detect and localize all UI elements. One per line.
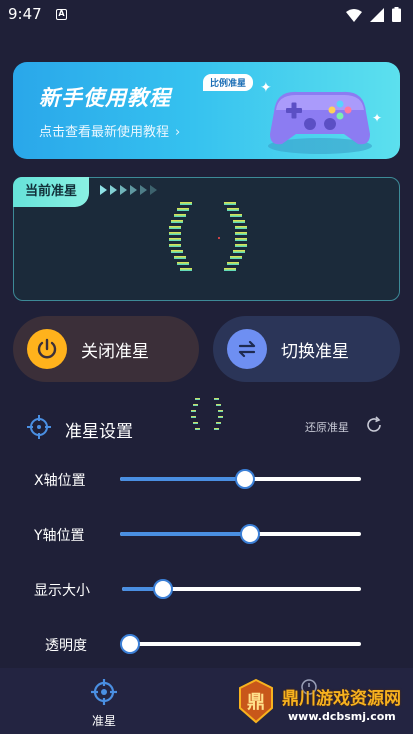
banner-tag: 比例准星	[203, 74, 254, 91]
svg-text:鼎: 鼎	[247, 692, 265, 713]
slider-thumb[interactable]	[235, 469, 256, 489]
close-crosshair-label: 关闭准星	[81, 341, 149, 362]
slider-label: 显示大小	[34, 583, 90, 599]
nav-tab-crosshair-label: 准星	[91, 714, 116, 728]
swap-arrows-icon	[227, 329, 267, 369]
crosshair-mini-preview	[191, 398, 223, 430]
refresh-icon[interactable]	[365, 416, 383, 434]
gamepad-icon: ✦ ✦	[260, 80, 382, 154]
crosshair-icon	[27, 415, 51, 439]
banner-subtitle: 点击查看最新使用教程	[39, 125, 170, 140]
status-bar: 9:47 A	[0, 0, 413, 30]
crosshair-preview	[169, 202, 247, 271]
reset-crosshair-button[interactable]: 还原准星	[305, 419, 349, 435]
opacity-slider[interactable]	[120, 634, 361, 654]
x-position-slider[interactable]	[120, 469, 361, 489]
nav-tab-crosshair[interactable]: 准星	[82, 678, 126, 729]
arrow-right-icon	[130, 185, 137, 195]
wifi-icon	[346, 7, 362, 26]
svg-text:✦: ✦	[372, 111, 382, 125]
chevron-right-icon: ›	[175, 125, 181, 140]
arrow-right-icon	[150, 185, 157, 195]
watermark-url: www.dcbsmj.com	[288, 710, 396, 723]
battery-icon	[392, 7, 401, 26]
slider-fill	[120, 532, 251, 536]
current-crosshair-panel: 当前准星	[13, 177, 400, 301]
slider-thumb[interactable]	[240, 524, 261, 544]
notification-icon: A	[56, 9, 67, 20]
power-icon	[27, 329, 67, 369]
arrows-decoration	[100, 185, 157, 195]
arrow-right-icon	[100, 185, 107, 195]
signal-icon	[370, 7, 384, 26]
banner-link[interactable]: 点击查看最新使用教程 ›	[39, 121, 180, 140]
arrow-right-icon	[140, 185, 147, 195]
slider-thumb[interactable]	[152, 579, 173, 599]
watermark: 鼎 鼎川游戏资源网 www.dcbsmj.com	[232, 672, 413, 734]
slider-row-y: Y轴位置	[0, 519, 413, 549]
y-position-slider[interactable]	[120, 524, 361, 544]
current-crosshair-label: 当前准星	[13, 177, 90, 207]
slider-row-size: 显示大小	[0, 574, 413, 604]
arrow-right-icon	[120, 185, 127, 195]
slider-thumb[interactable]	[120, 634, 140, 654]
slider-label: 透明度	[45, 638, 87, 654]
slider-label: X轴位置	[34, 473, 86, 489]
settings-header: 准星设置 还原准星	[27, 398, 387, 443]
tutorial-banner[interactable]: 新手使用教程 比例准星 点击查看最新使用教程 › ✦ ✦	[13, 62, 400, 159]
crosshair-icon	[91, 679, 117, 705]
size-slider[interactable]	[122, 579, 361, 599]
settings-title: 准星设置	[65, 422, 133, 442]
close-crosshair-button[interactable]: 关闭准星	[13, 316, 199, 382]
watermark-logo: 鼎	[239, 678, 273, 724]
slider-fill	[120, 477, 246, 481]
status-time: 9:47	[8, 5, 42, 23]
banner-title: 新手使用教程	[39, 86, 171, 110]
slider-row-x: X轴位置	[0, 464, 413, 494]
switch-crosshair-button[interactable]: 切换准星	[213, 316, 400, 382]
watermark-text: 鼎川游戏资源网	[282, 689, 401, 709]
slider-label: Y轴位置	[34, 528, 85, 544]
slider-row-opacity: 透明度	[0, 629, 413, 659]
svg-text:✦: ✦	[260, 80, 272, 96]
arrow-right-icon	[110, 185, 117, 195]
switch-crosshair-label: 切换准星	[281, 341, 349, 362]
